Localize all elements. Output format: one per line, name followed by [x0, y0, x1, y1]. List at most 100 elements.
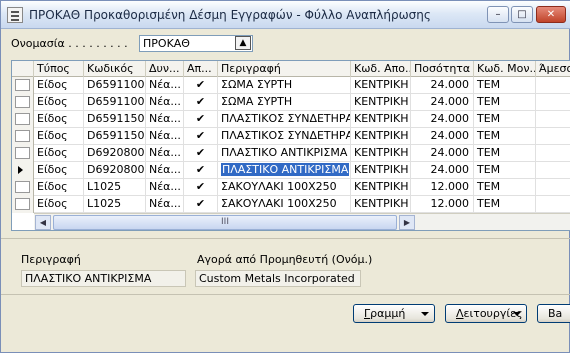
check-icon[interactable]: ✔ — [184, 111, 218, 128]
check-icon[interactable]: ✔ — [184, 162, 218, 179]
quantity-cell[interactable]: 24.000 — [411, 128, 474, 145]
type-cell[interactable]: Είδος — [34, 94, 84, 111]
location-cell[interactable]: ΚΕΝΤΡΙΚΗ — [351, 162, 411, 179]
check-icon[interactable]: ✔ — [184, 128, 218, 145]
header-direct[interactable]: Άμεσο — [536, 61, 570, 77]
header-uom[interactable]: Κωδ. Μον... — [474, 61, 536, 77]
description-cell[interactable]: ΠΛΑΣΤΙΚΟ ΑΝΤΙΚΡΙΣΜΑ — [218, 145, 351, 162]
check-icon[interactable]: ✔ — [184, 196, 218, 213]
check-icon[interactable]: ✔ — [184, 179, 218, 196]
location-cell[interactable]: ΚΕΝΤΡΙΚΗ — [351, 145, 411, 162]
type-cell[interactable]: Είδος — [34, 111, 84, 128]
selected-text[interactable]: ΠΛΑΣΤΙΚΟ ΑΝΤΙΚΡΙΣΜΑ — [221, 163, 350, 176]
location-cell[interactable]: ΚΕΝΤΡΙΚΗ — [351, 179, 411, 196]
row-selector[interactable] — [12, 162, 34, 179]
description-cell[interactable]: ΠΛΑΣΤΙΚΟΣ ΣΥΝΔΕΤΗΡΑΣ — [218, 111, 351, 128]
header-location[interactable]: Κωδ. Απο... — [351, 61, 411, 77]
table-row[interactable]: Είδος D6591150 Νέα... ✔ ΠΛΑΣΤΙΚΟΣ ΣΥΝΔΕΤΗΡΑΣ… — [12, 128, 570, 145]
table-row[interactable]: Είδος D6591100 Νέα... ✔ ΣΩΜΑ ΣΥΡΤΗ ΚΕΝΤΡΙΚΗ 24… — [12, 77, 570, 94]
row-selector[interactable] — [12, 179, 34, 196]
row-selector[interactable] — [12, 77, 34, 94]
code-cell[interactable]: D6591150 — [84, 128, 146, 145]
quantity-cell[interactable]: 24.000 — [411, 111, 474, 128]
direct-cell[interactable] — [536, 196, 570, 213]
check-icon[interactable]: ✔ — [184, 145, 218, 162]
dyn-cell[interactable]: Νέα... — [146, 179, 184, 196]
location-cell[interactable]: ΚΕΝΤΡΙΚΗ — [351, 94, 411, 111]
row-selector[interactable] — [12, 94, 34, 111]
code-cell[interactable]: D6920800 — [84, 145, 146, 162]
dyn-cell[interactable]: Νέα... — [146, 94, 184, 111]
header-description[interactable]: Περιγραφή — [218, 61, 351, 77]
description-cell[interactable]: ΣΩΜΑ ΣΥΡΤΗ — [218, 77, 351, 94]
code-cell[interactable]: D6591150 — [84, 111, 146, 128]
uom-cell[interactable]: TEM — [474, 179, 536, 196]
check-icon[interactable]: ✔ — [184, 94, 218, 111]
type-cell[interactable]: Είδος — [34, 196, 84, 213]
description-cell[interactable]: ΣΑΚΟΥΛΑΚΙ 100Χ250 — [218, 179, 351, 196]
header-code[interactable]: Κωδικός — [84, 61, 146, 77]
code-cell[interactable]: D6591100 — [84, 77, 146, 94]
title-bar[interactable]: ΠΡΟΚΑΘ Προκαθορισμένη Δέσμη Εγγραφών - Φ… — [1, 1, 570, 29]
dyn-cell[interactable]: Νέα... — [146, 162, 184, 179]
type-cell[interactable]: Είδος — [34, 162, 84, 179]
check-icon[interactable]: ✔ — [184, 77, 218, 94]
line-button[interactable]: Γραμμή — [353, 304, 435, 323]
location-cell[interactable]: ΚΕΝΤΡΙΚΗ — [351, 128, 411, 145]
type-cell[interactable]: Είδος — [34, 128, 84, 145]
direct-cell[interactable] — [536, 162, 570, 179]
quantity-cell[interactable]: 24.000 — [411, 77, 474, 94]
type-cell[interactable]: Είδος — [34, 77, 84, 94]
header-quantity[interactable]: Ποσότητα — [411, 61, 474, 77]
uom-cell[interactable]: TEM — [474, 145, 536, 162]
direct-cell[interactable] — [536, 111, 570, 128]
maximize-button[interactable]: □ — [511, 6, 533, 23]
direct-cell[interactable] — [536, 145, 570, 162]
up-arrow-icon[interactable]: ▲ — [235, 36, 251, 50]
dyn-cell[interactable]: Νέα... — [146, 111, 184, 128]
table-row[interactable]: Είδος D6920800 Νέα... ✔ ΠΛΑΣΤΙΚΟ ΑΝΤΙΚΡΙΣΜΑ Κ… — [12, 162, 570, 179]
header-type[interactable]: Τύπος — [34, 61, 84, 77]
journal-lines-grid[interactable]: Τύπος Κωδικός Δυν... Απ... Περιγραφή Κωδ… — [11, 60, 570, 231]
scroll-left-icon[interactable]: ◀ — [35, 215, 51, 230]
uom-cell[interactable]: TEM — [474, 111, 536, 128]
uom-cell[interactable]: TEM — [474, 128, 536, 145]
uom-cell[interactable]: TEM — [474, 94, 536, 111]
functions-button[interactable]: Λειτουργίες — [445, 304, 527, 323]
third-button[interactable]: Ва — [537, 304, 570, 323]
quantity-cell[interactable]: 24.000 — [411, 94, 474, 111]
code-cell[interactable]: D6591100 — [84, 94, 146, 111]
uom-cell[interactable]: TEM — [474, 77, 536, 94]
table-row[interactable]: Είδος D6591150 Νέα... ✔ ΠΛΑΣΤΙΚΟΣ ΣΥΝΔΕΤΗΡΑΣ… — [12, 111, 570, 128]
horizontal-scrollbar[interactable]: ◀ III ▶ — [34, 213, 570, 230]
row-selector[interactable] — [12, 196, 34, 213]
close-button[interactable]: ✕ — [536, 6, 566, 23]
type-cell[interactable]: Είδος — [34, 179, 84, 196]
row-selector[interactable] — [12, 128, 34, 145]
table-row[interactable]: Είδος L1025 Νέα... ✔ ΣΑΚΟΥΛΑΚΙ 100Χ250 ΚΕΝΤΡΙ… — [12, 179, 570, 196]
quantity-cell[interactable]: 12.000 — [411, 196, 474, 213]
table-row[interactable]: Είδος D6591100 Νέα... ✔ ΣΩΜΑ ΣΥΡΤΗ ΚΕΝΤΡΙΚΗ 24… — [12, 94, 570, 111]
header-dyn[interactable]: Δυν... — [146, 61, 184, 77]
location-cell[interactable]: ΚΕΝΤΡΙΚΗ — [351, 77, 411, 94]
direct-cell[interactable] — [536, 77, 570, 94]
description-cell[interactable]: ΠΛΑΣΤΙΚΟΣ ΣΥΝΔΕΤΗΡΑΣ — [218, 128, 351, 145]
location-cell[interactable]: ΚΕΝΤΡΙΚΗ — [351, 111, 411, 128]
quantity-cell[interactable]: 24.000 — [411, 145, 474, 162]
type-cell[interactable]: Είδος — [34, 145, 84, 162]
description-cell[interactable]: ΣΑΚΟΥΛΑΚΙ 100Χ250 — [218, 196, 351, 213]
quantity-cell[interactable]: 12.000 — [411, 179, 474, 196]
code-cell[interactable]: L1025 — [84, 179, 146, 196]
scroll-thumb[interactable]: III — [53, 215, 397, 230]
scroll-right-icon[interactable]: ▶ — [399, 215, 415, 230]
uom-cell[interactable]: TEM — [474, 196, 536, 213]
direct-cell[interactable] — [536, 128, 570, 145]
location-cell[interactable]: ΚΕΝΤΡΙΚΗ — [351, 196, 411, 213]
dyn-cell[interactable]: Νέα... — [146, 196, 184, 213]
code-cell[interactable]: L1025 — [84, 196, 146, 213]
header-ap[interactable]: Απ... — [184, 61, 218, 77]
dyn-cell[interactable]: Νέα... — [146, 145, 184, 162]
description-cell[interactable]: ΣΩΜΑ ΣΥΡΤΗ — [218, 94, 351, 111]
description-cell[interactable]: ΠΛΑΣΤΙΚΟ ΑΝΤΙΚΡΙΣΜΑ — [218, 162, 351, 179]
row-selector[interactable] — [12, 111, 34, 128]
